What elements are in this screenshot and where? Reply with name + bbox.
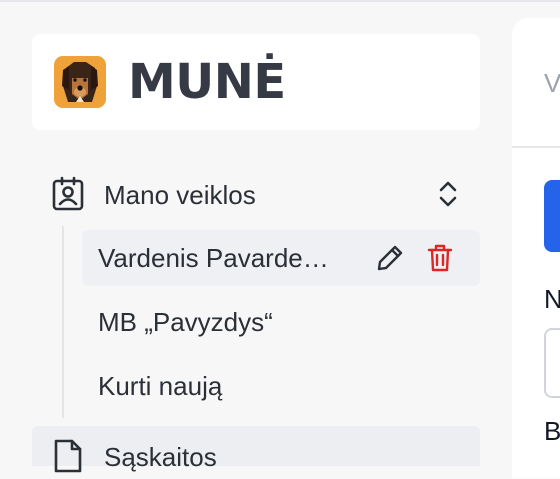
document-icon [50,438,86,474]
chevron-up-down-icon[interactable] [434,178,462,210]
sidebar-item-vardenis[interactable]: Vardenis Pavarde… [82,230,480,286]
sidebar-item-mb-pavyzdys[interactable]: MB „Pavyzdys“ [82,294,480,350]
field-label: N [544,284,560,314]
main-panel: V N B [512,18,560,478]
primary-button[interactable] [544,180,560,252]
trash-icon[interactable] [424,242,456,274]
tab-label[interactable]: V [544,68,560,99]
sidebar-group-label: Sąskaitos [104,442,217,472]
sidebar-item-kurti-nauja[interactable]: Kurti naują [82,358,480,414]
dog-logo-icon [54,56,106,108]
tree-connector [62,226,64,418]
text-field[interactable] [544,328,560,398]
window-top-border [0,0,560,2]
sidebar-group-mano-veiklos[interactable]: Mano veiklos [32,164,480,224]
brand-name: MUNĖ [128,54,286,110]
logo-card[interactable]: MUNĖ [32,34,480,130]
pencil-icon[interactable] [374,242,406,274]
sidebar-group-label: Mano veiklos [104,180,256,210]
id-badge-icon [50,176,86,212]
sidebar-item-label: MB „Pavyzdys“ [98,307,273,337]
tab-divider [512,146,560,148]
field-label-2: B [544,416,560,446]
sidebar-item-label: Kurti naują [98,371,223,401]
sidebar-group-saskaitos[interactable]: Sąskaitos [32,426,480,473]
sidebar-item-label: Vardenis Pavarde… [98,243,329,273]
